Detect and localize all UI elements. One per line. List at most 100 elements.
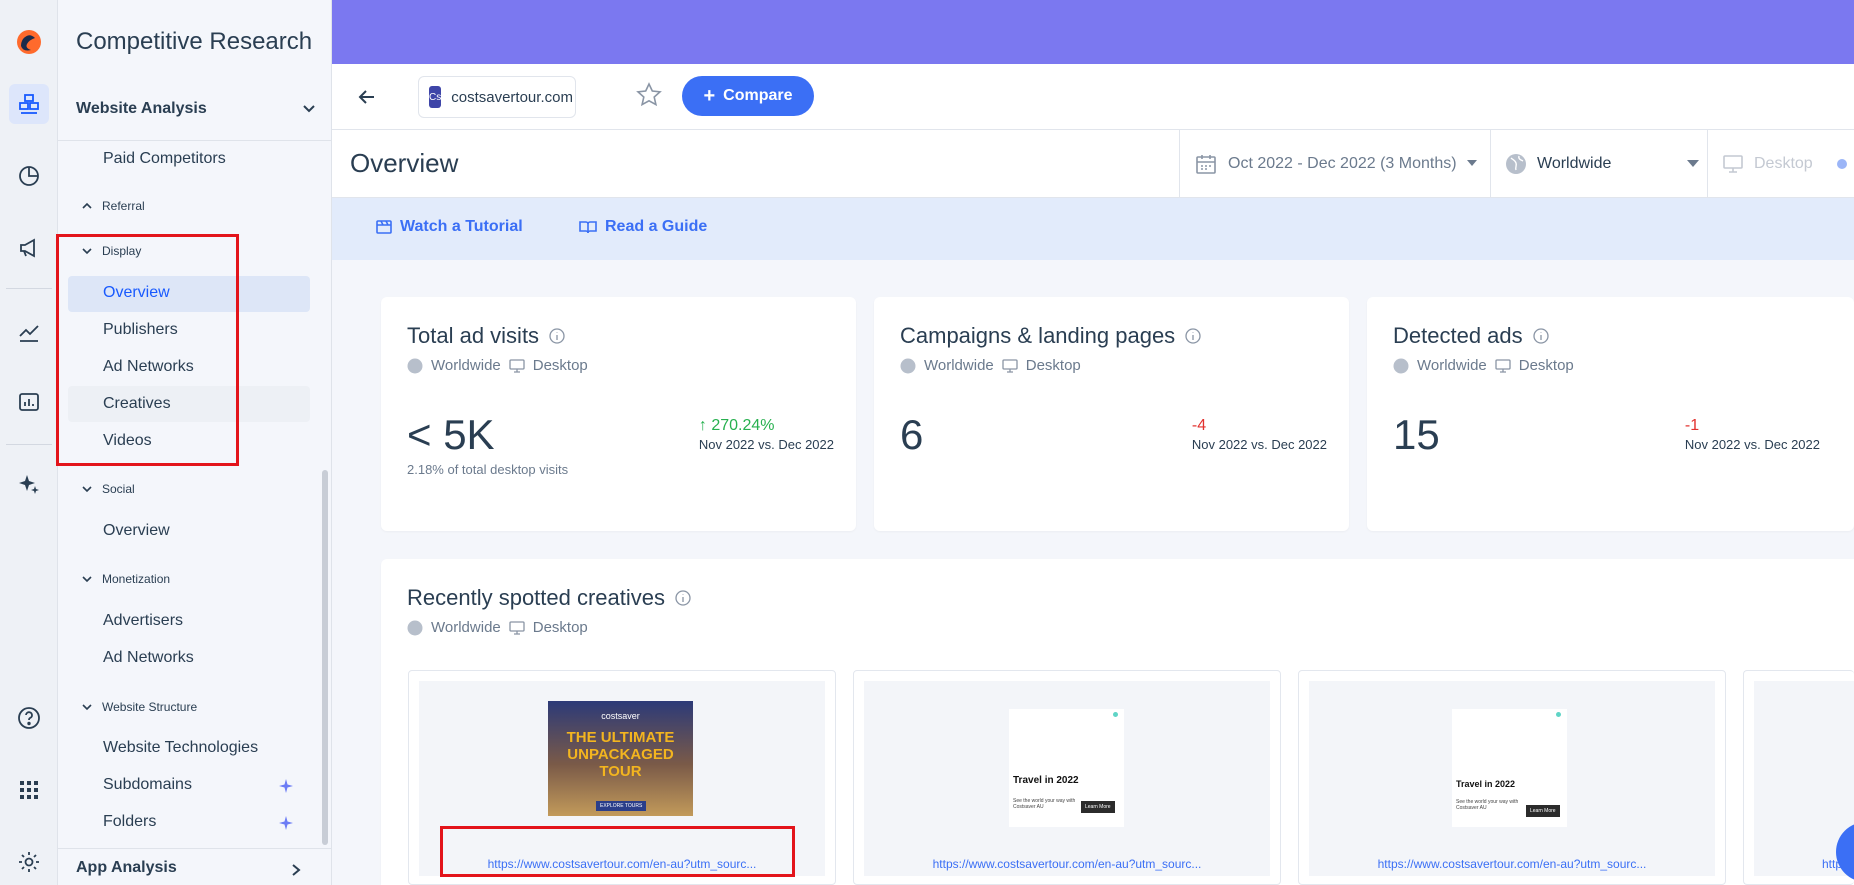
- card-title: Campaigns & landing pages: [900, 323, 1176, 348]
- arrow-left-icon: [358, 90, 374, 104]
- megaphone-icon[interactable]: [9, 228, 49, 268]
- sidebar-item-monetization-ad-networks[interactable]: Ad Networks: [103, 649, 194, 667]
- ad-cta: Learn More: [1081, 801, 1115, 813]
- creative-preview: Travel in 2022 See the world your way wi…: [1309, 681, 1715, 876]
- rail-divider: [6, 288, 52, 289]
- desktop-icon: [1002, 358, 1018, 373]
- creative-url[interactable]: https://www.costsavertour.com/en-au?utm_…: [864, 857, 1270, 871]
- region-label: Worldwide: [1417, 357, 1487, 374]
- metric-delta: -1 Nov 2022 vs. Dec 2022: [1685, 417, 1820, 452]
- creative-ad-image: Travel in 2022 See the world your way wi…: [1009, 709, 1124, 827]
- ad-headline: Travel in 2022: [1013, 775, 1079, 786]
- desktop-icon: [509, 358, 525, 373]
- card-title-row: Total ad visits: [407, 323, 565, 349]
- metric-note: 2.18% of total desktop visits: [407, 462, 569, 477]
- caret-down-icon: [1466, 160, 1477, 166]
- creative-preview: Travel in 2022 See the world your way wi…: [864, 681, 1270, 876]
- apps-grid-icon[interactable]: [9, 770, 49, 810]
- section-label: App Analysis: [76, 859, 177, 876]
- delta-number: 270.24%: [711, 417, 775, 434]
- globe-icon: [1393, 358, 1409, 373]
- site-selector[interactable]: Cs costsavertour.com: [418, 76, 576, 118]
- site-favicon: Cs: [429, 86, 442, 108]
- region-label: Worldwide: [924, 357, 994, 374]
- rail-divider: [6, 444, 52, 445]
- device-label: Desktop: [532, 357, 588, 374]
- ad-headline: Travel in 2022: [1456, 779, 1516, 789]
- caret-down-icon: [1687, 160, 1699, 167]
- desktop-icon: [509, 620, 525, 635]
- sidebar-item-paid-competitors[interactable]: Paid Competitors: [103, 150, 226, 168]
- globe-icon: [407, 620, 423, 635]
- read-guide-link[interactable]: Read a Guide: [579, 218, 707, 236]
- sidebar-item-website-technologies[interactable]: Website Technologies: [103, 739, 258, 757]
- info-icon[interactable]: [675, 590, 691, 606]
- status-dot: [1836, 159, 1847, 169]
- compare-button[interactable]: + Compare: [682, 76, 814, 116]
- trend-line-icon[interactable]: [9, 312, 49, 352]
- delta-period: Nov 2022 vs. Dec 2022: [698, 437, 834, 452]
- app-analysis-section[interactable]: App Analysis: [58, 848, 331, 885]
- site-header: Cs costsavertour.com + Compare: [332, 64, 1854, 130]
- sidebar-item-social-overview[interactable]: Overview: [103, 522, 170, 540]
- trophy-icon[interactable]: [9, 84, 49, 124]
- annotation-highlight-url: [440, 826, 795, 877]
- dashboard-icon[interactable]: [9, 382, 49, 422]
- chevron-down-icon: [82, 704, 92, 711]
- creative-card[interactable]: Travel in 2022 See the world your way wi…: [853, 670, 1281, 885]
- creative-url[interactable]: https://www.costsavertour.com/en-au?utm_…: [1309, 857, 1715, 871]
- group-referral[interactable]: Referral: [82, 199, 145, 213]
- watch-tutorial-link[interactable]: Watch a Tutorial: [376, 218, 523, 236]
- icon-rail: [0, 0, 58, 885]
- device-label: Desktop: [1754, 155, 1813, 172]
- metric-delta: -4 Nov 2022 vs. Dec 2022: [1192, 417, 1327, 452]
- info-icon[interactable]: [1185, 328, 1201, 344]
- back-button[interactable]: [352, 82, 382, 112]
- ad-cta: EXPLORE TOURS: [596, 801, 647, 811]
- pie-chart-icon[interactable]: [9, 156, 49, 196]
- device-label: Desktop: [1025, 357, 1081, 374]
- device-label: Desktop: [532, 619, 588, 636]
- ad-body: See the world your way with Costsaver AU: [1013, 798, 1076, 810]
- page-title: Overview: [350, 148, 459, 178]
- region-label: Worldwide: [431, 357, 501, 374]
- compare-label: Compare: [723, 87, 793, 104]
- delta-value: ↑ 270.24%: [698, 417, 775, 434]
- delta-value: -1: [1684, 417, 1700, 434]
- creative-ad-image: Travel in 2022 See the world your way wi…: [1452, 709, 1567, 827]
- device-label: Desktop: [1518, 357, 1574, 374]
- info-icon[interactable]: [1532, 328, 1549, 344]
- group-social[interactable]: Social: [82, 482, 135, 496]
- help-icon[interactable]: [9, 698, 49, 738]
- plus-icon: +: [703, 85, 716, 107]
- desktop-icon: [1723, 155, 1743, 173]
- device-filter[interactable]: Desktop: [1707, 130, 1854, 198]
- sidebar-item-subdomains[interactable]: Subdomains: [103, 776, 192, 794]
- sidebar-scrollbar[interactable]: [322, 470, 328, 845]
- settings-gear-icon[interactable]: [9, 842, 49, 882]
- star-icon[interactable]: [636, 82, 662, 108]
- page-header: Overview Oct 2022 - Dec 2022 (3 Months) …: [332, 130, 1854, 198]
- sidebar-item-folders[interactable]: Folders: [103, 813, 156, 831]
- date-range-filter[interactable]: Oct 2022 - Dec 2022 (3 Months): [1179, 130, 1490, 198]
- group-website-structure[interactable]: Website Structure: [82, 700, 197, 714]
- ad-brand: costsaver: [601, 711, 640, 721]
- group-label: Social: [102, 482, 135, 496]
- guide-label: Read a Guide: [605, 218, 708, 235]
- sidebar-item-advertisers[interactable]: Advertisers: [103, 612, 183, 630]
- group-monetization[interactable]: Monetization: [82, 572, 170, 586]
- country-filter[interactable]: Worldwide: [1490, 130, 1707, 198]
- similarweb-logo-icon[interactable]: [9, 22, 49, 62]
- card-title: Detected ads: [1393, 323, 1523, 348]
- card-title-row: Campaigns & landing pages: [900, 323, 1201, 349]
- ad-corner-dot: [1556, 712, 1561, 717]
- card-title-row: Recently spotted creatives: [407, 585, 691, 611]
- card-title-row: Detected ads: [1393, 323, 1549, 349]
- info-icon[interactable]: [549, 328, 565, 344]
- creative-card[interactable]: Travel in 2022 See the world your way wi…: [1298, 670, 1726, 885]
- sparkle-icon[interactable]: [9, 464, 49, 504]
- country-label: Worldwide: [1537, 155, 1612, 172]
- creative-ad-image: costsaver THE ULTIMATE UNPACKAGED TOUR E…: [548, 701, 693, 816]
- card-meta: Worldwide Desktop: [900, 357, 1081, 374]
- website-analysis-section[interactable]: Website Analysis: [76, 100, 316, 118]
